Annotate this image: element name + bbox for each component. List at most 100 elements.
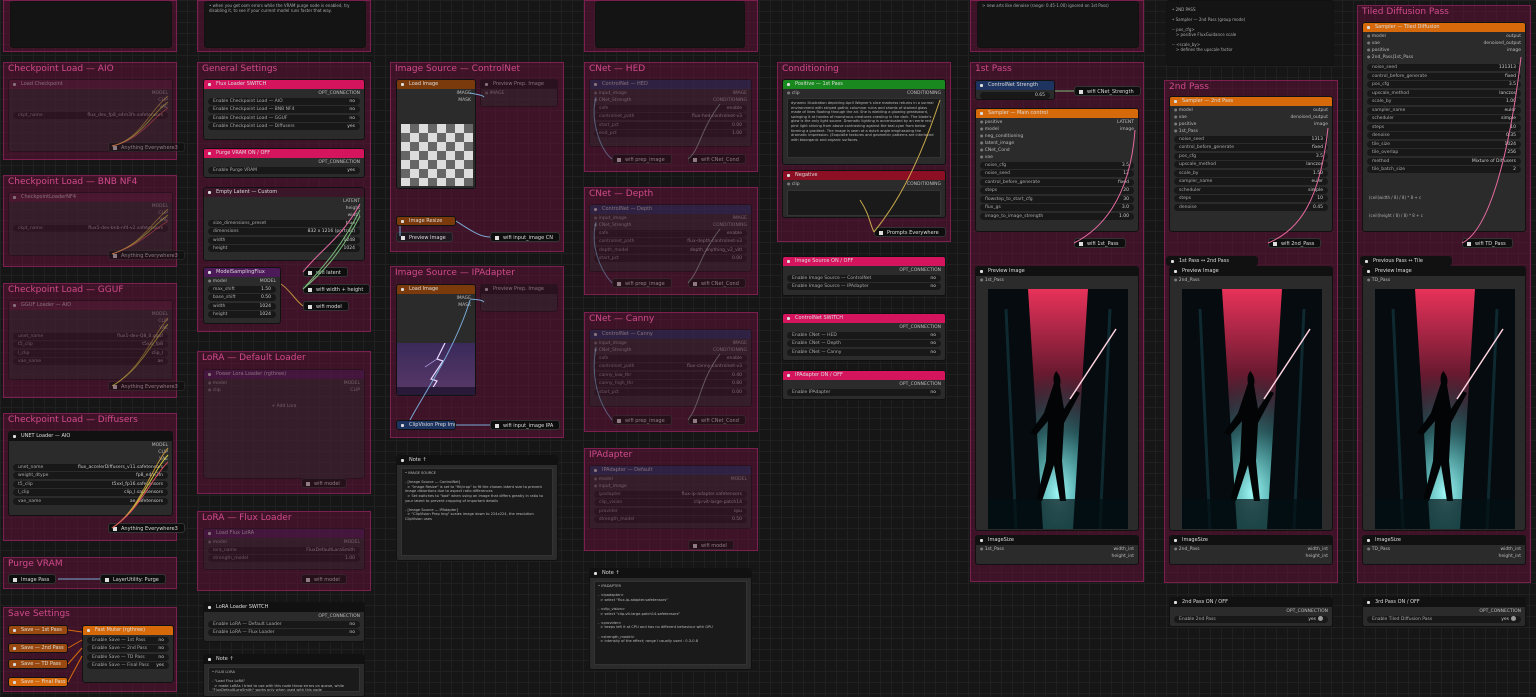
- layerutility-purge-node[interactable]: LayerUtility: Purge: [100, 574, 166, 584]
- node-purge-vram-switch[interactable]: Purge VRAM ON / OFF OPT_CONNECTION Enabl…: [203, 148, 365, 178]
- node-ipadapter-switch[interactable]: IPAdapter ON / OFF OPT_CONNECTION Enable…: [782, 370, 946, 400]
- sampler-widget-noise-seed[interactable]: noise_seed 12: [980, 170, 1134, 177]
- node-sampler-2nd[interactable]: Sampler — 2nd Pass modeloutput vaedenois…: [1169, 96, 1333, 232]
- node-imagesize-2nd[interactable]: ImageSize 2nd_Passwidth_int height_int: [1169, 535, 1333, 565]
- sampler-widget-noise-seed[interactable]: noise_seed 1313: [1174, 135, 1328, 143]
- sampler-widget-method[interactable]: method Mixture of Diffusers: [1367, 157, 1521, 165]
- sampler-widget-scale-by[interactable]: scale_by 1.00: [1367, 98, 1521, 105]
- node-image-resize[interactable]: Image Resize: [396, 216, 456, 226]
- node-save-1st[interactable]: Save — 1st Pass: [8, 625, 68, 635]
- toggle-enable-nf4[interactable]: Enable Checkpoint Load — BNB NF4 no: [208, 106, 360, 113]
- node-save-2nd[interactable]: Save — 2nd Pass: [8, 643, 68, 653]
- toggle-save-td[interactable]: Enable Save — TD Pass no: [87, 653, 169, 661]
- toggle-save-final[interactable]: Enable Save — Final Pass yes: [87, 662, 169, 669]
- toggle-cnet-hed[interactable]: Enable CNet — HED no: [787, 331, 941, 339]
- dimensions-widget[interactable]: dimensions 832 x 1216 (portrait): [208, 228, 360, 235]
- node-note-ipadapter[interactable]: Note ↑ • IPADAPTER - <ipadapter> > selec…: [589, 568, 752, 670]
- anything-everywhere3-aio[interactable]: Anything Everywhere3: [108, 142, 185, 152]
- node-save-final[interactable]: Save — Final Pass: [8, 677, 68, 687]
- node-ipadapter-default[interactable]: IPAdapter — Default modelMODEL input_ima…: [589, 465, 752, 529]
- wifi-2nd-pass[interactable]: wifi 2nd_Pass: [1268, 238, 1322, 248]
- toggle-cnet-canny[interactable]: Enable CNet — Canny no: [787, 348, 941, 356]
- wifi-input-image-ipa[interactable]: wifi input_image IPA: [490, 420, 561, 430]
- sampler-widget-control-before-generate[interactable]: control_before_generate fixed: [980, 178, 1134, 186]
- size-preset-widget[interactable]: size_dimensions_preset true: [208, 219, 360, 227]
- add-lora-button[interactable]: + Add Lora: [271, 404, 296, 409]
- gguf-clip1[interactable]: t5_clip t5xxl_fp8: [13, 341, 168, 348]
- clip1-widget[interactable]: t5_clip t5xxl_fp16.safetensors: [13, 480, 168, 488]
- node-unet-loader[interactable]: UNET Loader — AIO MODEL CLIP VAE unet_na…: [8, 431, 173, 516]
- node-lora-loader-switch[interactable]: LoRA Loader SWITCH OPT_CONNECTION Enable…: [203, 602, 365, 642]
- wifi-prep-image-depth[interactable]: wifi prep_image: [612, 278, 672, 288]
- wifi-prep-image-canny[interactable]: wifi prep_image: [612, 415, 672, 425]
- sampler-widget-scheduler[interactable]: scheduler simple: [1367, 115, 1521, 122]
- node-load-flux-lora[interactable]: Load Flux LoRA modelMODEL lora_nameFluxD…: [203, 528, 365, 570]
- wifi-model-lora[interactable]: wifi model: [301, 478, 347, 488]
- node-load-image[interactable]: Load Image IMAGE MASK: [396, 79, 476, 189]
- sampler-widget-control-before-generate[interactable]: control_before_generate fixed: [1367, 72, 1521, 80]
- wifi-cnet-strength[interactable]: wifi CNet_Strength: [1074, 86, 1141, 96]
- sampler-widget-denoise[interactable]: denoise 0.35: [1367, 132, 1521, 139]
- node-preview-image-1st[interactable]: Preview Image 1st_Pass: [975, 266, 1139, 531]
- wifi-cnet-cond-canny[interactable]: wifi CNet_Cond: [688, 415, 746, 425]
- node-note-lora[interactable]: Note ↑ • FLUX LORA - "Load Flux LoRA" > …: [203, 654, 365, 697]
- negative-prompt-text[interactable]: [787, 190, 941, 216]
- wifi-1st-pass[interactable]: wifi 1st_Pass: [1074, 238, 1126, 248]
- wifi-prep-image-hed[interactable]: wifi prep_image: [612, 154, 672, 164]
- sampler-widget-noise-seed[interactable]: noise_seed 131313: [1367, 64, 1521, 71]
- node-controlnet-hed[interactable]: ControlNet — HED input_imageIMAGE CNet_S…: [589, 79, 752, 147]
- unet-name-widget[interactable]: unet_name flux_accelerDiffusers_v11.safet…: [13, 463, 168, 471]
- wifi-cnet-cond-hed[interactable]: wifi CNet_Cond: [688, 154, 746, 164]
- sampler-widget-pos-cfg[interactable]: pos_cfg 3.5: [1367, 81, 1521, 88]
- height-widget[interactable]: height 1024: [208, 245, 360, 252]
- toggle-cnet-depth[interactable]: Enable CNet — Depth no: [787, 340, 941, 347]
- node-controlnet-switch[interactable]: ControlNet SWITCH OPT_CONNECTION Enable …: [782, 313, 946, 361]
- wifi-input-image-cn[interactable]: wifi input_image CN: [490, 232, 560, 242]
- node-note-image-source[interactable]: Note ↑ • IMAGE SOURCE - [Image Source — …: [396, 455, 558, 561]
- preview-image-link[interactable]: Preview Image: [396, 232, 453, 242]
- node-gguf-loader[interactable]: GGUF Loader — AIO MODEL CLIP VAE unet_na…: [8, 300, 173, 380]
- flux-lora-name[interactable]: lora_name FluxDefaultLoraSmith: [208, 546, 360, 554]
- node-3rd-pass-switch[interactable]: 3rd Pass ON / OFF OPT_CONNECTION Enable …: [1362, 597, 1526, 627]
- node-checkpoint-nf4[interactable]: CheckpointLoaderNF4 MODEL CLIP VAE ckpt_…: [8, 192, 173, 256]
- sampler-widget-flux-gs[interactable]: flux_gs 3.0: [980, 204, 1134, 211]
- ms-width-widget[interactable]: width 1024: [208, 302, 276, 310]
- node-fast-muter[interactable]: Fast Muter (rgthree) Enable Save — 1st P…: [82, 625, 174, 683]
- sampler-widget-denoise[interactable]: denoise 0.45: [1174, 203, 1328, 211]
- sampler-widget-scale-by[interactable]: scale_by 1.50: [1174, 169, 1328, 177]
- node-imagesize-1st[interactable]: ImageSize 1st_Passwidth_int height_int: [975, 535, 1139, 565]
- toggle-img-src-ipa[interactable]: Enable Image Source — IPAdapter no: [787, 283, 941, 290]
- positive-prompt-text[interactable]: dynamic illustration depicting April Weg…: [787, 98, 941, 158]
- sampler-widget-control-before-generate[interactable]: control_before_generate fixed: [1174, 144, 1328, 151]
- gguf-name-widget[interactable]: unet_name flux1-dev-Q8_0.gguf: [13, 332, 168, 340]
- sampler-widget-sampler-name[interactable]: sampler_name euler: [1367, 106, 1521, 114]
- sampler-widget-upscale-method[interactable]: upscale_method lanczos: [1367, 89, 1521, 97]
- toggle-enable-aio[interactable]: Enable Checkpoint Load — AIO no: [208, 97, 360, 105]
- node-pass-1-2-switch[interactable]: 1st Pass ↔ 2nd Pass: [1166, 256, 1258, 266]
- node-prev-pass-tile[interactable]: Previous Pass ↔ Tile: [1360, 256, 1452, 266]
- base-shift-widget[interactable]: base_shift 0.50: [208, 294, 276, 301]
- vae-name-widget[interactable]: vae_name ae.safetensors: [13, 497, 168, 505]
- wifi-model-node[interactable]: wifi model: [303, 301, 349, 311]
- node-model-sampling-flux[interactable]: ModelSamplingFlux modelMODEL max_shift1.…: [203, 267, 281, 324]
- node-load-image-ipa[interactable]: Load Image IMAGE MASK: [396, 284, 476, 396]
- sampler-widget-tile-overlap[interactable]: tile_overlap 256: [1367, 149, 1521, 156]
- sampler-widget-tile-batch-size[interactable]: tile_batch_size 2: [1367, 166, 1521, 173]
- bnb-name-widget[interactable]: ckpt_name flux1-dev-bnb-nf4-v2.safetensor…: [13, 224, 168, 232]
- node-clipvision-prep[interactable]: ClipVision Prep Img.: [396, 420, 456, 430]
- image-pass-node[interactable]: Image Pass: [8, 574, 57, 584]
- wifi-latent-node[interactable]: wifi latent: [303, 267, 348, 277]
- sampler-widget-scheduler[interactable]: scheduler simple: [1174, 186, 1328, 194]
- node-controlnet-strength[interactable]: ControlNet Strength 0.65: [975, 80, 1055, 100]
- node-preview-image-2nd[interactable]: Preview Image 2nd_Pass: [1169, 266, 1333, 531]
- sampler-widget-steps[interactable]: steps 10: [1367, 123, 1521, 131]
- node-sampler-tiled[interactable]: Sampler — Tiled Diffusion modeloutput va…: [1362, 22, 1526, 232]
- gguf-vae[interactable]: vae_name ae: [13, 358, 168, 365]
- node-preview-prep-image[interactable]: Preview Prep. Image IMAGE: [480, 79, 558, 107]
- node-preview-prep-ipa[interactable]: Preview Prep. Image: [480, 284, 558, 312]
- anything-everywhere3-gguf[interactable]: Anything Everywhere3: [108, 381, 185, 391]
- toggle-ipadapter[interactable]: Enable IPAdapter no: [787, 388, 941, 396]
- node-imagesize-td[interactable]: ImageSize TD_Passwidth_int height_int: [1362, 535, 1526, 565]
- flux-lora-strength[interactable]: strength_model 1.00: [208, 555, 360, 562]
- ckpt-name-widget[interactable]: ckpt_name flux_dev_fp8_e4m3fn.safetensors: [13, 111, 168, 119]
